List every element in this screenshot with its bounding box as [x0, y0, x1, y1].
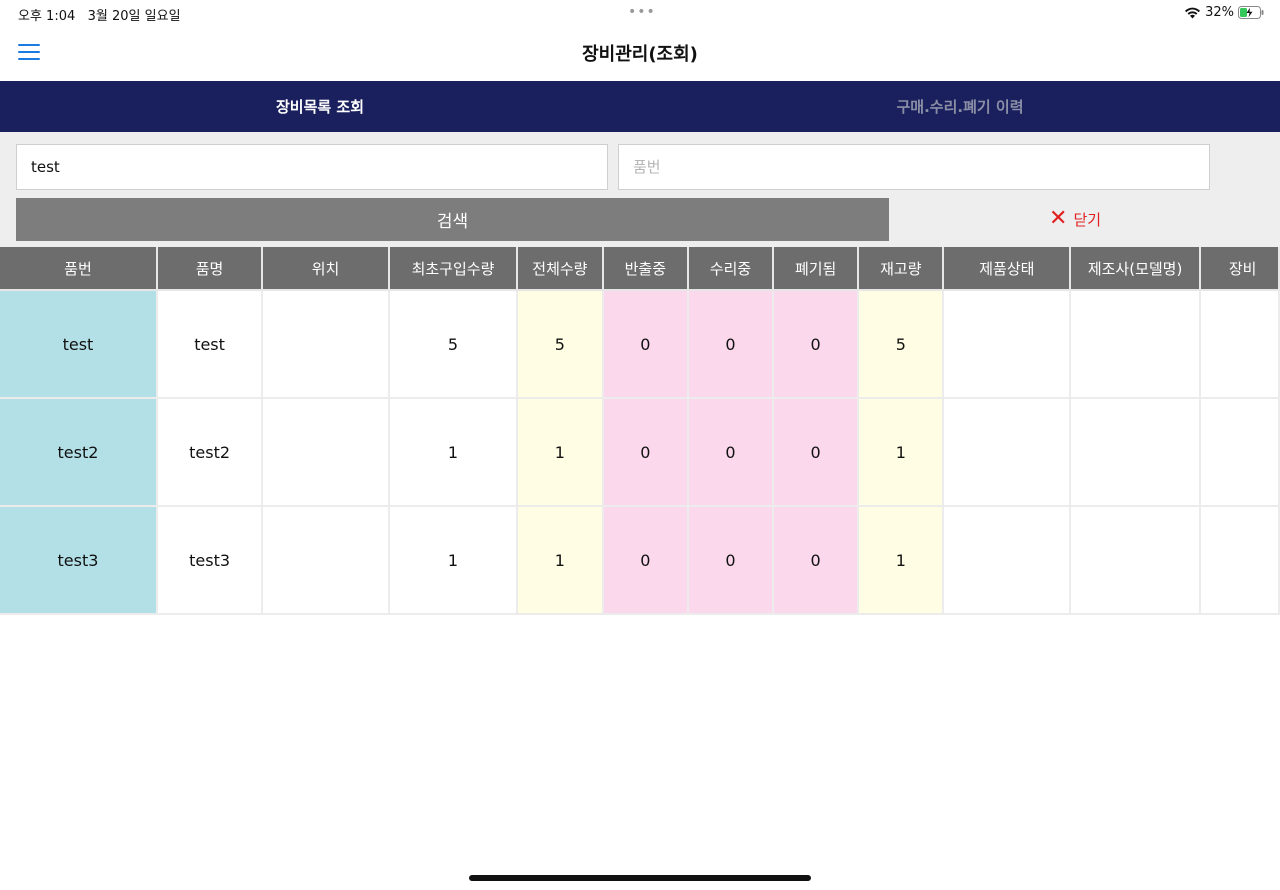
- table-header-row: 품번 품명 위치 최초구입수량 전체수량 반출중 수리중 폐기됨 재고량 제품상…: [0, 247, 1280, 291]
- table-row[interactable]: test3 test3 1 1 0 0 0 1: [0, 506, 1280, 615]
- code-field[interactable]: [618, 144, 1210, 190]
- cell-repair[interactable]: 0: [687, 398, 775, 507]
- cell-out[interactable]: 0: [602, 398, 689, 507]
- cell-maker[interactable]: [1070, 398, 1201, 507]
- cell-name[interactable]: test: [156, 290, 264, 399]
- name-field[interactable]: [16, 144, 608, 190]
- cell-repair[interactable]: 0: [687, 290, 775, 399]
- cell-maker[interactable]: [1070, 290, 1201, 399]
- cell-maker[interactable]: [1070, 506, 1201, 615]
- search-area: 검색 ✕ 닫기: [0, 132, 1280, 247]
- cell-code[interactable]: test3: [0, 506, 158, 615]
- header-extra[interactable]: 장비: [1199, 247, 1280, 291]
- cell-name[interactable]: test3: [156, 506, 264, 615]
- header-name[interactable]: 품명: [156, 247, 264, 291]
- cell-code[interactable]: test2: [0, 398, 158, 507]
- status-right: 32%: [1184, 5, 1264, 20]
- table-row[interactable]: test test 5 5 0 0 0 5: [0, 290, 1280, 399]
- header-maker[interactable]: 제조사(모델명): [1070, 247, 1201, 291]
- cell-extra[interactable]: [1199, 398, 1280, 507]
- header-code[interactable]: 품번: [0, 247, 158, 291]
- name-input[interactable]: [29, 157, 595, 177]
- cell-status[interactable]: [943, 398, 1072, 507]
- cell-location[interactable]: [262, 290, 390, 399]
- header-out[interactable]: 반출중: [602, 247, 689, 291]
- cell-code[interactable]: test: [0, 290, 158, 399]
- cell-name[interactable]: test2: [156, 398, 264, 507]
- close-x-icon: ✕: [1049, 206, 1068, 231]
- status-bar: 오후 1:04 3월 20일 일요일 ••• 32%: [0, 0, 1280, 28]
- cell-initial-qty[interactable]: 1: [388, 398, 519, 507]
- header-stock[interactable]: 재고량: [858, 247, 945, 291]
- cell-total-qty[interactable]: 1: [517, 506, 604, 615]
- cell-extra[interactable]: [1199, 290, 1280, 399]
- code-input[interactable]: [631, 157, 1197, 177]
- cell-stock[interactable]: 1: [858, 398, 945, 507]
- cell-stock[interactable]: 5: [858, 290, 945, 399]
- home-indicator[interactable]: [469, 875, 811, 881]
- search-button[interactable]: 검색: [16, 198, 889, 241]
- header-location[interactable]: 위치: [262, 247, 390, 291]
- cell-disposed[interactable]: 0: [773, 506, 860, 615]
- header-disposed[interactable]: 폐기됨: [773, 247, 860, 291]
- nav-bar: 장비관리(조회): [0, 28, 1280, 80]
- cell-repair[interactable]: 0: [687, 506, 775, 615]
- tab-history[interactable]: 구매.수리.폐기 이력: [640, 81, 1280, 132]
- battery-percent: 32%: [1205, 5, 1234, 20]
- header-repair[interactable]: 수리중: [687, 247, 775, 291]
- tab-equipment-list[interactable]: 장비목록 조회: [0, 81, 640, 133]
- equipment-table: 품번 품명 위치 최초구입수량 전체수량 반출중 수리중 폐기됨 재고량 제품상…: [0, 247, 1280, 615]
- cell-disposed[interactable]: 0: [773, 290, 860, 399]
- cell-location[interactable]: [262, 398, 390, 507]
- cell-status[interactable]: [943, 290, 1072, 399]
- close-button[interactable]: ✕ 닫기: [1049, 208, 1101, 230]
- status-date: 3월 20일 일요일: [87, 9, 181, 24]
- cell-total-qty[interactable]: 1: [517, 398, 604, 507]
- equipment-table-wrap[interactable]: 품번 품명 위치 최초구입수량 전체수량 반출중 수리중 폐기됨 재고량 제품상…: [0, 247, 1280, 617]
- battery-charging-icon: [1238, 6, 1264, 19]
- status-time: 오후 1:04 3월 20일 일요일: [18, 5, 181, 24]
- tab-bar: 장비목록 조회 구매.수리.폐기 이력: [0, 81, 1280, 133]
- cell-out[interactable]: 0: [602, 290, 689, 399]
- cell-out[interactable]: 0: [602, 506, 689, 615]
- table-row[interactable]: test2 test2 1 1 0 0 0 1: [0, 398, 1280, 507]
- cell-disposed[interactable]: 0: [773, 398, 860, 507]
- multitask-dots-icon[interactable]: •••: [628, 4, 656, 20]
- cell-extra[interactable]: [1199, 506, 1280, 615]
- close-label: 닫기: [1073, 210, 1102, 229]
- header-initial-qty[interactable]: 최초구입수량: [388, 247, 519, 291]
- cell-status[interactable]: [943, 506, 1072, 615]
- header-total-qty[interactable]: 전체수량: [517, 247, 604, 291]
- cell-location[interactable]: [262, 506, 390, 615]
- cell-total-qty[interactable]: 5: [517, 290, 604, 399]
- status-clock: 오후 1:04: [18, 9, 76, 24]
- header-status[interactable]: 제품상태: [943, 247, 1072, 291]
- cell-initial-qty[interactable]: 1: [388, 506, 519, 615]
- cell-stock[interactable]: 1: [858, 506, 945, 615]
- page-title: 장비관리(조회): [582, 44, 698, 65]
- wifi-icon: [1185, 7, 1201, 19]
- cell-initial-qty[interactable]: 5: [388, 290, 519, 399]
